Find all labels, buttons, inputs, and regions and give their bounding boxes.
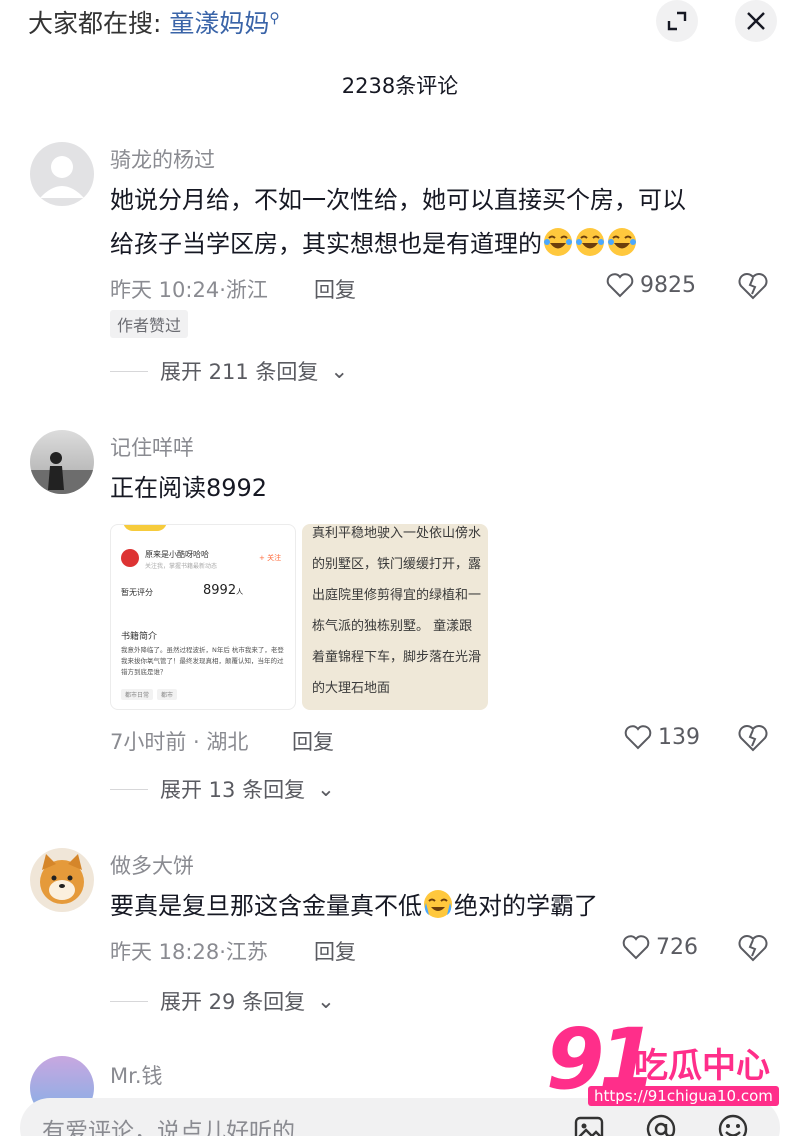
expand-replies-button[interactable]: 展开 211 条回复 ⌄: [110, 356, 348, 386]
avatar[interactable]: [30, 430, 94, 494]
comment-text: 要真是复旦那这含金量真不低 绝对的学霸了: [110, 884, 770, 928]
divider: [110, 788, 148, 790]
watermark-logo: 91 吃瓜中心 https://91chigua10.com: [546, 1010, 786, 1116]
comment-username[interactable]: 做多大饼: [110, 850, 194, 880]
expand-replies-button[interactable]: 展开 29 条回复 ⌄: [110, 986, 335, 1016]
divider: [110, 370, 148, 372]
divider: [110, 1000, 148, 1002]
comment-input[interactable]: 有爱评论，说点儿好听的: [42, 1112, 295, 1136]
comment-text: 正在阅读8992: [110, 474, 268, 502]
book-page-image[interactable]: 真利平稳地驶入一处依山傍水的别墅区，铁门缓缓打开，露出庭院里修剪得宜的绿植和一栋…: [302, 524, 488, 710]
search-icon: ⚲: [269, 10, 280, 27]
like-button[interactable]: 726: [622, 934, 698, 960]
default-avatar-icon: [40, 156, 84, 198]
heart-icon: [622, 935, 650, 960]
laughing-emoji-icon: [544, 228, 572, 256]
chevron-down-icon: ⌄: [330, 359, 349, 383]
expand-button[interactable]: [656, 0, 698, 42]
broken-heart-icon: [738, 935, 768, 962]
comment-meta: 昨天 18:28·江苏: [110, 940, 268, 964]
comment-count: 2238条评论: [341, 74, 459, 98]
heart-icon: [624, 725, 652, 750]
top-bar: 大家都在搜: 童漾妈妈⚲: [0, 0, 800, 44]
close-icon: [747, 12, 765, 30]
laughing-emoji-icon: [576, 228, 604, 256]
reply-button[interactable]: 回复: [292, 726, 334, 756]
reply-button[interactable]: 回复: [314, 936, 356, 966]
comment-username[interactable]: 记住咩咩: [110, 432, 194, 462]
decoration: [123, 525, 167, 531]
like-count: 9825: [640, 272, 696, 298]
shiba-dog-icon: [40, 854, 84, 904]
broken-heart-icon: [738, 273, 768, 300]
avatar[interactable]: [30, 142, 94, 206]
comment-username[interactable]: 骑龙的杨过: [110, 144, 215, 174]
like-button[interactable]: 139: [624, 724, 700, 750]
search-suggestion[interactable]: 大家都在搜: 童漾妈妈⚲: [28, 4, 280, 40]
reply-button[interactable]: 回复: [314, 274, 356, 304]
like-count: 726: [656, 934, 698, 960]
avatar[interactable]: [30, 848, 94, 912]
comment-username[interactable]: Mr.钱: [110, 1060, 163, 1090]
like-count: 139: [658, 724, 700, 750]
author-liked-badge: 作者赞过: [110, 310, 189, 338]
book-info-image[interactable]: 原来是小酷呀哈哈 关注我，掌握书籍最新动态 + 关注 暂无评分 8992人 书籍…: [110, 524, 296, 710]
person-silhouette-icon: [30, 452, 94, 494]
expand-icon: [667, 11, 687, 31]
chevron-down-icon: ⌄: [317, 777, 335, 801]
heart-icon: [606, 273, 634, 298]
comment-meta: 昨天 10:24·浙江: [110, 278, 268, 302]
search-term-link[interactable]: 童漾妈妈⚲: [169, 9, 279, 38]
comment-text: 她说分月给，不如一次性给，她可以直接买个房，可以 给孩子当学区房，其实想想也是有…: [110, 186, 686, 258]
comment-meta: 7小时前 · 湖北: [110, 730, 249, 754]
book-logo-icon: [121, 549, 139, 567]
crying-laughing-emoji-icon: [424, 890, 452, 918]
dislike-button[interactable]: [738, 934, 768, 966]
dislike-button[interactable]: [738, 272, 768, 304]
broken-heart-icon: [738, 725, 768, 752]
laughing-emoji-icon: [608, 228, 636, 256]
dislike-button[interactable]: [738, 724, 768, 756]
chevron-down-icon: ⌄: [317, 989, 335, 1013]
expand-replies-button[interactable]: 展开 13 条回复 ⌄: [110, 774, 335, 804]
like-button[interactable]: 9825: [606, 272, 696, 298]
search-prefix-label: 大家都在搜:: [28, 9, 162, 38]
close-button[interactable]: [735, 0, 777, 42]
